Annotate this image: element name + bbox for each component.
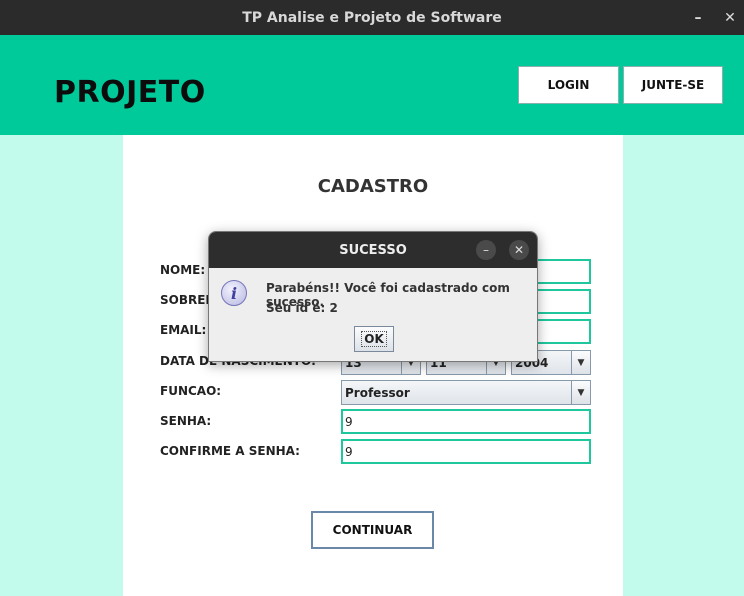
ok-button[interactable]: OK xyxy=(354,326,394,352)
brand-title: PROJETO xyxy=(54,75,206,110)
senha-field[interactable]: 9 xyxy=(341,409,591,434)
senha-label: SENHA: xyxy=(160,414,212,428)
app-header: PROJETO LOGIN JUNTE-SE xyxy=(0,35,744,135)
dialog-title: SUCESSO xyxy=(339,242,407,258)
confirme-senha-label: CONFIRME A SENHA: xyxy=(160,444,300,458)
minimize-icon[interactable]: – xyxy=(688,8,708,28)
join-button[interactable]: JUNTE-SE xyxy=(623,66,723,104)
ok-label: OK xyxy=(361,331,387,347)
dialog-id-message: Seu id é: 2 xyxy=(266,301,338,315)
dialog-close-icon[interactable]: ✕ xyxy=(509,240,529,260)
nome-label: NOME: xyxy=(160,263,206,277)
chevron-down-icon[interactable]: ▼ xyxy=(571,381,590,404)
funcao-select[interactable]: Professor ▼ xyxy=(341,380,591,405)
chevron-down-icon[interactable]: ▼ xyxy=(571,351,590,374)
confirme-senha-field[interactable]: 9 xyxy=(341,439,591,464)
continue-button[interactable]: CONTINUAR xyxy=(311,511,434,549)
close-icon[interactable]: ✕ xyxy=(720,8,740,28)
email-label: EMAIL: xyxy=(160,323,207,337)
dialog-minimize-icon[interactable]: – xyxy=(476,240,496,260)
login-button[interactable]: LOGIN xyxy=(518,66,619,104)
window-title: TP Analise e Projeto de Software xyxy=(242,9,502,26)
window-titlebar: TP Analise e Projeto de Software – ✕ xyxy=(0,0,744,35)
funcao-value: Professor xyxy=(345,386,410,400)
form-panel: CADASTRO NOME: SOBRENOME: EMAIL: DATA DE… xyxy=(123,135,623,596)
success-dialog: SUCESSO – ✕ i Parabéns!! Você foi cadast… xyxy=(208,231,538,362)
form-title: CADASTRO xyxy=(317,176,429,197)
funcao-label: FUNCAO: xyxy=(160,384,222,398)
info-icon: i xyxy=(221,280,247,306)
